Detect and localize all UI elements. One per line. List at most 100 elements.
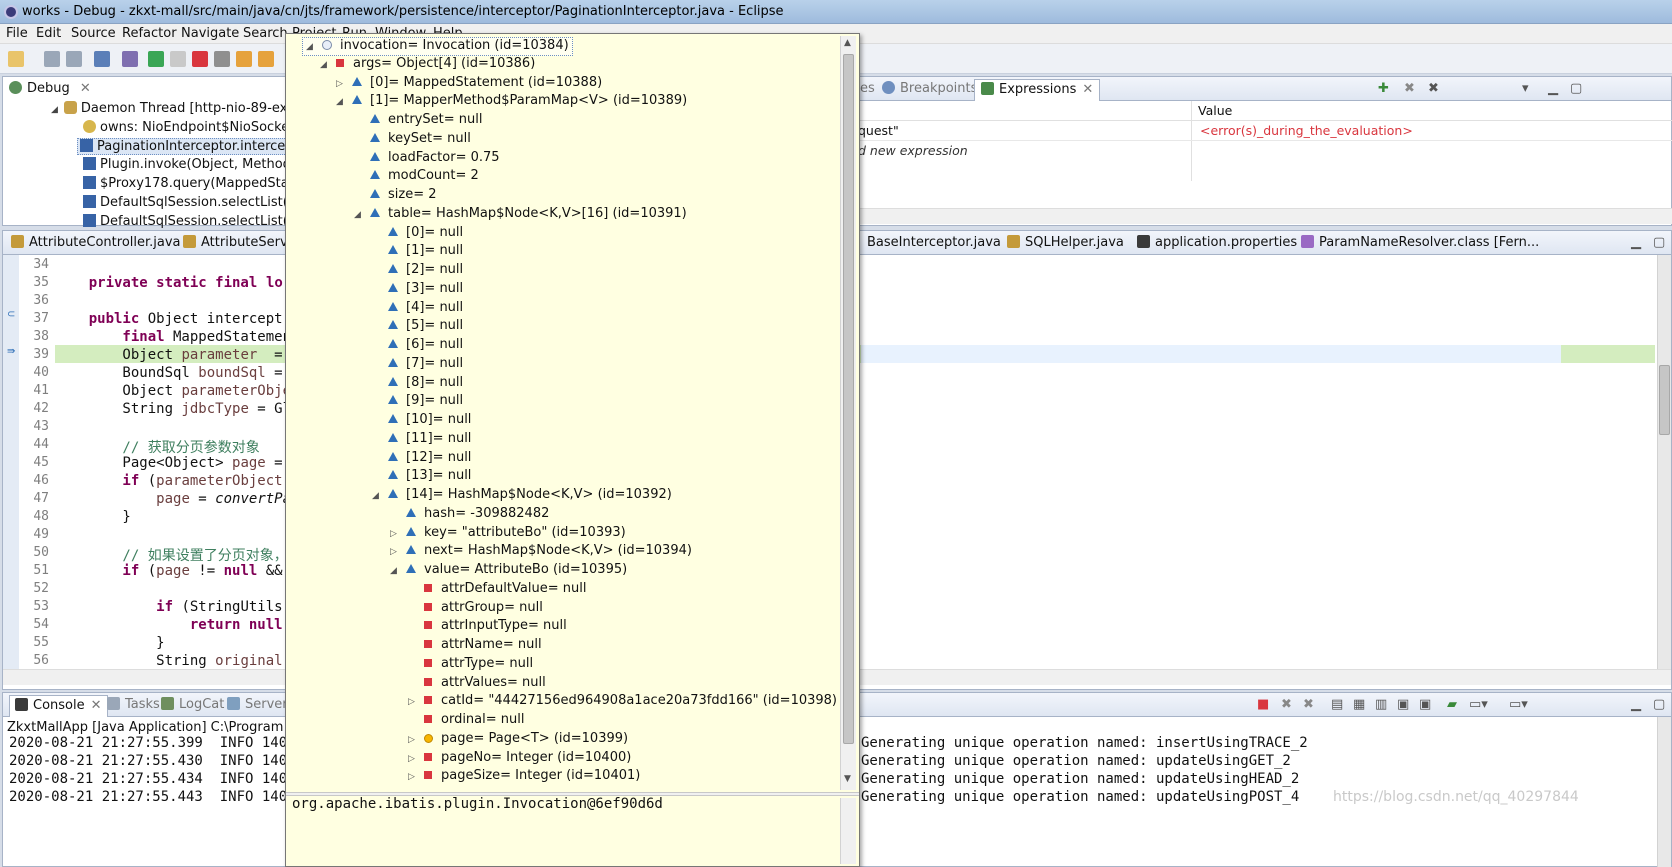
variable-row[interactable]: [13]= null xyxy=(372,468,471,487)
variable-row[interactable]: modCount= 2 xyxy=(354,168,479,187)
variable-row[interactable]: ▷ key= "attributeBo" (id=10393) xyxy=(390,525,626,544)
popup-vertical-scrollbar[interactable]: ▲ ▼ xyxy=(840,36,856,790)
show-on-error-icon[interactable]: ▣ xyxy=(1419,697,1431,712)
variable-row[interactable]: [8]= null xyxy=(372,375,463,394)
variable-row[interactable]: [6]= null xyxy=(372,337,463,356)
variable-row[interactable]: entrySet= null xyxy=(354,112,482,131)
expand-triangle-icon[interactable]: ▷ xyxy=(408,772,424,782)
collapse-triangle-icon[interactable]: ◢ xyxy=(354,210,370,220)
editor-vertical-scrollbar[interactable] xyxy=(1657,255,1671,669)
variable-row[interactable]: ◢ [14]= HashMap$Node<K,V> (id=10392) xyxy=(372,487,672,506)
variable-row[interactable]: ▷ catId= "44427156ed964908a1ace20a73fdd16… xyxy=(408,693,837,712)
terminate-icon[interactable]: ■ xyxy=(1257,697,1269,712)
new-icon[interactable] xyxy=(8,51,24,67)
expand-triangle-icon[interactable]: ▷ xyxy=(408,735,424,745)
variable-row[interactable]: attrValues= null xyxy=(408,675,546,694)
collapse-triangle-icon[interactable]: ◢ xyxy=(372,491,388,501)
variable-row[interactable]: [0]= null xyxy=(372,225,463,244)
expand-triangle-icon[interactable]: ▷ xyxy=(408,754,424,764)
view-menu-icon[interactable]: ▾ xyxy=(1522,81,1529,96)
tab-tasks[interactable]: Tasks xyxy=(107,697,160,712)
thread-item[interactable]: ◢ Daemon Thread [http-nio-89-exec-8] xyxy=(51,101,320,116)
variable-row[interactable]: [2]= null xyxy=(372,262,463,281)
minimize-icon[interactable]: ▁ xyxy=(1631,697,1641,712)
variable-row[interactable]: attrDefaultValue= null xyxy=(408,581,586,600)
print-icon[interactable] xyxy=(94,51,110,67)
menu-source[interactable]: Source xyxy=(71,26,116,41)
display-console-icon[interactable]: ▭▾ xyxy=(1469,697,1488,712)
menu-edit[interactable]: Edit xyxy=(36,26,61,41)
variable-row[interactable]: [7]= null xyxy=(372,356,463,375)
variable-row[interactable]: [1]= null xyxy=(372,243,463,262)
variable-row[interactable]: ▷ pageNo= Integer (id=10400) xyxy=(408,750,631,769)
menu-refactor[interactable]: Refactor xyxy=(122,26,177,41)
expand-triangle-icon[interactable]: ▷ xyxy=(336,79,352,89)
tab-paramnameresolver[interactable]: ParamNameResolver.class [Fern... xyxy=(1301,235,1539,250)
close-icon[interactable]: ✕ xyxy=(80,81,91,96)
skip-breakpoints-icon[interactable] xyxy=(122,51,138,67)
menu-file[interactable]: File xyxy=(6,26,28,41)
variable-row[interactable]: attrInputType= null xyxy=(408,618,567,637)
tab-debug[interactable]: Debug ✕ xyxy=(9,81,91,96)
clear-console-icon[interactable]: ▤ xyxy=(1331,697,1343,712)
maximize-icon[interactable]: ▢ xyxy=(1570,81,1582,96)
disconnect-icon[interactable] xyxy=(214,51,230,67)
suspend-icon[interactable] xyxy=(170,51,186,67)
minimize-icon[interactable]: ▁ xyxy=(1631,235,1641,250)
variable-row[interactable]: size= 2 xyxy=(354,187,437,206)
maximize-icon[interactable]: ▢ xyxy=(1653,697,1665,712)
variable-row[interactable]: [3]= null xyxy=(372,281,463,300)
variable-row[interactable]: ◢ args= Object[4] (id=10386) xyxy=(320,56,535,75)
variable-row[interactable]: [10]= null xyxy=(372,412,471,431)
remove-all-icon[interactable]: ✖ xyxy=(1428,81,1439,96)
save-all-icon[interactable] xyxy=(66,51,82,67)
expression-row[interactable]: quest" <error(s)_during_the_evaluation> xyxy=(858,121,1672,141)
variable-row[interactable]: ◢ value= AttributeBo (id=10395) xyxy=(390,562,627,581)
menu-search[interactable]: Search xyxy=(243,26,288,41)
expand-triangle-icon[interactable]: ▷ xyxy=(390,547,406,557)
word-wrap-icon[interactable]: ▥ xyxy=(1375,697,1387,712)
variable-row[interactable]: attrGroup= null xyxy=(408,600,543,619)
variable-row[interactable]: [12]= null xyxy=(372,450,471,469)
tab-breakpoints[interactable]: Breakpoints xyxy=(882,81,977,96)
close-icon[interactable]: ✕ xyxy=(1082,82,1093,97)
variable-row[interactable]: [11]= null xyxy=(372,431,471,450)
expand-triangle-icon[interactable]: ▷ xyxy=(390,529,406,539)
variable-row[interactable]: keySet= null xyxy=(354,131,471,150)
step-over-icon[interactable] xyxy=(258,51,274,67)
variable-row[interactable]: [5]= null xyxy=(372,318,463,337)
maximize-icon[interactable]: ▢ xyxy=(1653,235,1665,250)
expand-triangle-icon[interactable]: ▷ xyxy=(408,697,424,707)
inspect-tree[interactable]: ◢ invocation= Invocation (id=10384) ◢ args=… xyxy=(286,34,838,792)
tab-expressions[interactable]: Expressions ✕ xyxy=(974,79,1101,101)
variable-row[interactable]: ▷ [0]= MappedStatement (id=10388) xyxy=(336,75,602,94)
horizontal-scrollbar[interactable] xyxy=(858,208,1672,224)
resume-icon[interactable] xyxy=(148,51,164,67)
variable-row[interactable]: ▷ next= HashMap$Node<K,V> (id=10394) xyxy=(390,543,692,562)
console-vertical-scrollbar[interactable] xyxy=(1657,717,1671,867)
close-icon[interactable]: ✕ xyxy=(91,698,102,713)
add-expression-icon[interactable]: ✚ xyxy=(1378,81,1389,96)
collapse-triangle-icon[interactable]: ◢ xyxy=(320,60,336,70)
add-new-expression[interactable]: d new expression xyxy=(858,143,968,158)
variable-row[interactable]: ◢ [1]= MapperMethod$ParamMap<V> (id=10389… xyxy=(336,93,687,112)
collapse-triangle-icon[interactable]: ◢ xyxy=(390,566,406,576)
scroll-down-icon[interactable]: ▼ xyxy=(844,774,851,784)
collapse-triangle-icon[interactable]: ◢ xyxy=(336,97,352,107)
step-into-icon[interactable] xyxy=(236,51,252,67)
tab-console[interactable]: Console ✕ xyxy=(9,695,108,717)
remove-launch-icon[interactable]: ✖ xyxy=(1281,697,1292,712)
variable-row[interactable]: attrType= null xyxy=(408,656,533,675)
tab-variables[interactable]: es xyxy=(860,81,875,96)
tab-attributecontroller[interactable]: AttributeController.java xyxy=(11,235,181,250)
show-on-output-icon[interactable]: ▣ xyxy=(1397,697,1409,712)
tab-application-properties[interactable]: application.properties xyxy=(1137,235,1297,250)
minimize-icon[interactable]: ▁ xyxy=(1548,81,1558,96)
terminate-icon[interactable] xyxy=(192,51,208,67)
pin-console-icon[interactable]: ▰ xyxy=(1447,697,1457,712)
variable-row[interactable]: [9]= null xyxy=(372,393,463,412)
detail-scrollbar[interactable] xyxy=(840,798,856,864)
variable-row[interactable]: ordinal= null xyxy=(408,712,524,731)
variable-row[interactable]: [4]= null xyxy=(372,300,463,319)
variable-row[interactable]: attrName= null xyxy=(408,637,542,656)
